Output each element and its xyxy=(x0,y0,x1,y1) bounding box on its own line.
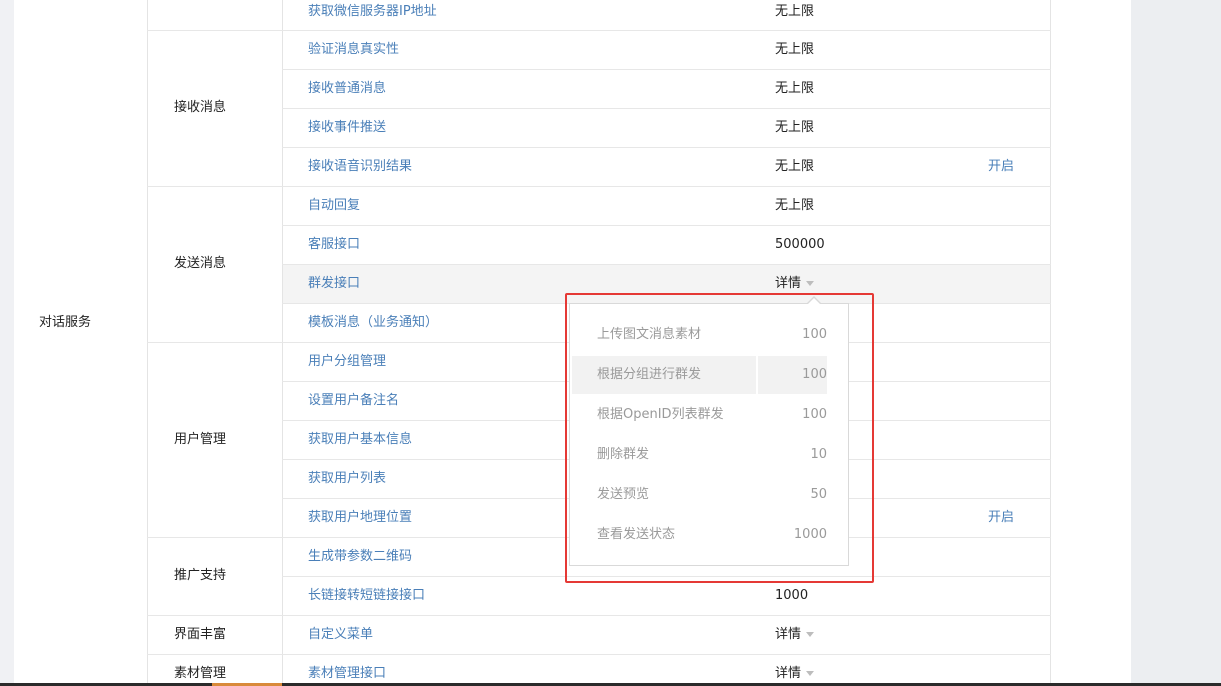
daily-limit-value: 无上限 xyxy=(775,198,815,213)
row-divider xyxy=(282,225,1051,226)
api-name-link[interactable]: 群发接口 xyxy=(308,276,360,292)
api-name-link[interactable]: 长链接转短链接接口 xyxy=(308,588,425,604)
enable-link[interactable]: 开启 xyxy=(988,510,1014,526)
popup-item: 删除群发 10 xyxy=(572,436,827,474)
daily-limit-value: 1000 xyxy=(775,588,809,603)
popup-item-value: 50 xyxy=(810,487,827,502)
daily-limit-value: 无上限 xyxy=(775,42,815,57)
api-name-link[interactable]: 设置用户备注名 xyxy=(308,393,399,409)
category-label: 素材管理 xyxy=(174,666,227,681)
api-name-link[interactable]: 获取用户地理位置 xyxy=(308,510,412,526)
api-permissions-table xyxy=(14,0,1051,686)
details-dropdown-label: 详情 xyxy=(775,276,802,291)
popup-arrow-inner xyxy=(808,298,820,304)
enable-link[interactable]: 开启 xyxy=(988,159,1014,175)
details-dropdown[interactable]: 详情 xyxy=(775,276,815,292)
popup-item-name: 根据分组进行群发 xyxy=(597,367,702,382)
api-name-link[interactable]: 用户分组管理 xyxy=(308,354,386,370)
daily-limit-value: 无上限 xyxy=(775,159,815,174)
api-name-link[interactable]: 接收普通消息 xyxy=(308,81,386,97)
popup-item: 根据OpenID列表群发 100 xyxy=(572,396,827,434)
api-name-link[interactable]: 获取用户基本信息 xyxy=(308,432,412,448)
api-name-link[interactable]: 模板消息（业务通知） xyxy=(308,315,438,331)
page-left-margin xyxy=(0,0,14,686)
daily-limit-value: 无上限 xyxy=(775,120,815,135)
chevron-down-icon xyxy=(806,281,815,286)
service-group-label: 对话服务 xyxy=(39,315,92,330)
row-divider xyxy=(282,147,1051,148)
api-name-link[interactable]: 接收语音识别结果 xyxy=(308,159,412,175)
category-label: 用户管理 xyxy=(174,432,227,447)
api-name-link[interactable]: 素材管理接口 xyxy=(308,666,386,682)
row-divider xyxy=(282,264,1051,265)
row-divider xyxy=(147,615,1051,616)
popup-item-value: 1000 xyxy=(793,527,827,542)
chevron-down-icon xyxy=(806,632,815,637)
category-label: 界面丰富 xyxy=(174,627,227,642)
popup-item: 发送预览 50 xyxy=(572,476,827,514)
chevron-down-icon xyxy=(806,671,815,676)
daily-limit-value: 无上限 xyxy=(775,81,815,96)
row-divider xyxy=(282,576,1051,577)
api-name-link[interactable]: 获取用户列表 xyxy=(308,471,386,487)
row-divider xyxy=(147,654,1051,655)
category-label: 接收消息 xyxy=(174,100,227,115)
details-dropdown[interactable]: 详情 xyxy=(775,627,815,643)
popup-item: 上传图文消息素材 100 xyxy=(572,316,827,354)
popup-item-name: 根据OpenID列表群发 xyxy=(597,407,724,422)
col-divider xyxy=(282,0,283,686)
popup-item-name: 查看发送状态 xyxy=(597,527,676,542)
daily-limit-value: 无上限 xyxy=(775,4,815,19)
category-label: 发送消息 xyxy=(174,256,227,271)
col-divider xyxy=(1050,0,1051,686)
row-divider xyxy=(282,69,1051,70)
row-divider xyxy=(147,30,1051,31)
popup-item: 查看发送状态 1000 xyxy=(572,516,827,554)
api-name-link[interactable]: 自定义菜单 xyxy=(308,627,373,643)
details-dropdown-label: 详情 xyxy=(775,627,802,642)
highlighted-row-bg xyxy=(283,265,1050,303)
popup-item-value: 100 xyxy=(802,367,827,382)
api-name-link[interactable]: 生成带参数二维码 xyxy=(308,549,412,565)
daily-limit-value: 500000 xyxy=(775,237,825,252)
row-divider xyxy=(147,186,1051,187)
api-name-link[interactable]: 客服接口 xyxy=(308,237,360,253)
api-name-link[interactable]: 获取微信服务器IP地址 xyxy=(308,4,437,20)
popup-item-value: 100 xyxy=(802,327,827,342)
row-divider xyxy=(282,108,1051,109)
category-label: 推广支持 xyxy=(174,568,227,583)
details-dropdown-label: 详情 xyxy=(775,666,802,681)
popup-item: 根据分组进行群发 100 xyxy=(572,356,827,394)
popup-item-value: 100 xyxy=(802,407,827,422)
popup-item-name: 上传图文消息素材 xyxy=(597,327,702,342)
api-name-link[interactable]: 接收事件推送 xyxy=(308,120,386,136)
api-name-link[interactable]: 自动回复 xyxy=(308,198,360,214)
details-dropdown[interactable]: 详情 xyxy=(775,666,815,682)
page-right-margin xyxy=(1131,0,1221,686)
popup-item-name: 发送预览 xyxy=(597,487,650,502)
col-divider xyxy=(147,0,148,686)
popup-item-value: 10 xyxy=(810,447,827,462)
popup-item-name: 删除群发 xyxy=(597,447,650,462)
api-name-link[interactable]: 验证消息真实性 xyxy=(308,42,399,58)
